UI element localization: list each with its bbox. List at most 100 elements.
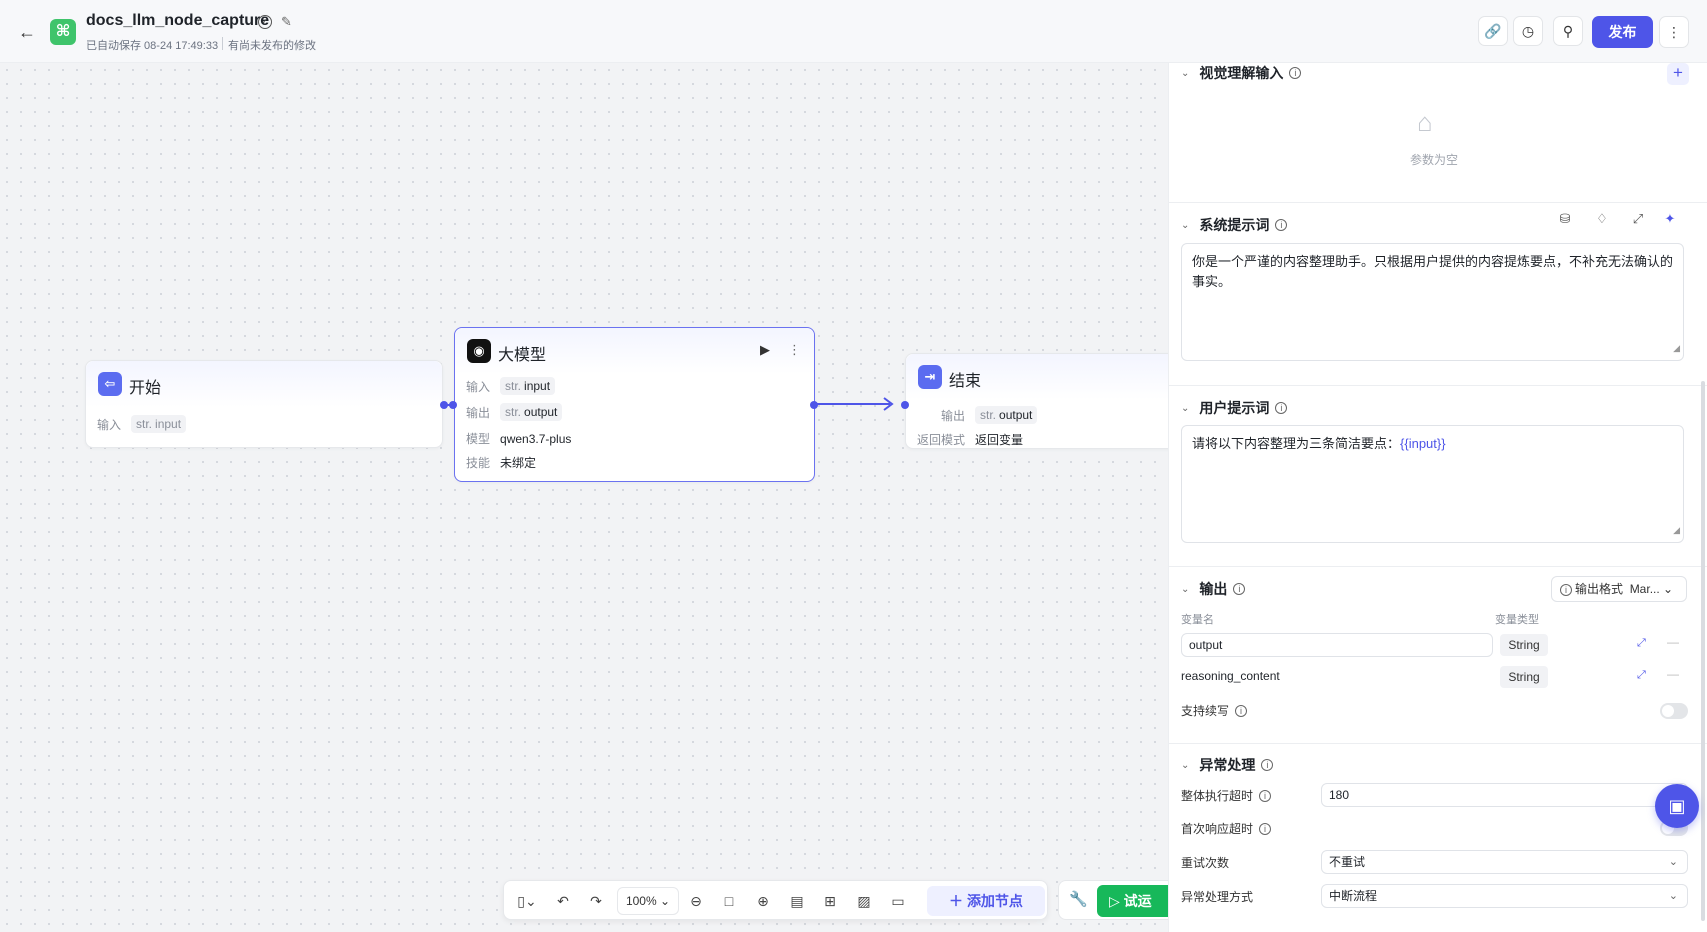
end-output-label: 输出 [941,408,966,423]
llm-input-port[interactable] [449,401,457,409]
output-section-header[interactable]: ⌄ 输出 i [1181,579,1246,599]
output-format-select[interactable]: i 输出格式 Mar... ⌄ [1551,576,1687,602]
run-node-play-icon[interactable]: ▶ [760,342,770,358]
redo-icon[interactable]: ↷ [585,890,607,912]
chevron-down-icon: ⌄ [1668,856,1678,868]
llm-output-row: 输出 str. output [466,403,563,421]
user-prompt-text: 请将以下内容整理为三条简洁要点： [1192,436,1401,451]
publish-button[interactable]: 发布 [1592,16,1653,48]
output-var-name-input[interactable]: output [1181,633,1493,657]
end-output-type: str. [980,408,997,422]
llm-model-value: qwen3.7-plus [500,431,572,446]
stream-continue-toggle[interactable] [1660,703,1688,719]
collapse-chevron-icon: ⌄ [1181,219,1190,231]
zoom-in-icon[interactable]: ⊕ [752,890,774,912]
minimap-icon[interactable]: ▭ [887,890,909,912]
start-input-type: str. [136,417,153,431]
end-mode-value: 返回变量 [975,433,1024,447]
llm-input-label: 输入 [466,379,491,394]
llm-node[interactable]: ◉ 大模型 ▶ ⋮ 输入 str. input 输出 str. output 模型 … [454,327,815,482]
undo-icon[interactable]: ↶ [552,890,574,912]
system-prompt-header[interactable]: ⌄ 系统提示词 i [1181,215,1288,235]
stream-continue-label: 支持续写 i [1181,702,1248,719]
llm-model-row: 模型 qwen3.7-plus [466,430,571,447]
more-menu-icon[interactable]: ⋮ [1659,16,1689,48]
test-run-button[interactable]: ▷ 试运 [1097,885,1168,917]
end-node[interactable]: ⇥ 结束 输出 str. output 返回模式 返回变量 [905,353,1168,449]
end-output-chip: str. output [975,406,1038,424]
collaborator-icon[interactable]: ⚲ [1553,16,1583,46]
llm-output-name: output [524,405,558,419]
wrench-icon[interactable]: 🔧 [1069,890,1088,908]
ai-optimize-icon[interactable]: ✦ [1661,211,1679,227]
zoom-out-icon[interactable]: ⊖ [685,890,707,912]
exception-section-header[interactable]: ⌄ 异常处理 i [1181,755,1274,775]
var-type-column-header: 变量类型 [1495,614,1539,626]
llm-input-chip: str. input [500,377,556,395]
timeout-label-text: 整体执行超时 [1181,789,1254,803]
vision-empty-text: 参数为空 [1410,153,1459,167]
system-prompt-text: 你是一个严谨的内容整理助手。只根据用户提供的内容提炼要点，不补充无法确认的事实。 [1192,254,1674,289]
timeout-input[interactable]: 180 [1321,783,1688,807]
reasoning-var-type-chip: String [1500,666,1548,688]
remove-var-icon[interactable]: — [1667,667,1679,681]
user-prompt-variable-ref: {{input}} [1400,436,1446,451]
remove-var-icon[interactable]: — [1667,635,1679,649]
section-divider [1169,743,1707,744]
llm-input-type: str. [505,379,522,393]
collapse-chevron-icon: ⌄ [1181,402,1190,414]
llm-output-port[interactable] [810,401,818,409]
assistant-chat-button[interactable]: ▣ [1655,784,1699,828]
error-handle-select-value: 中断流程 [1329,889,1378,903]
end-mode-row: 返回模式 返回变量 [917,431,1023,448]
exception-section-title: 异常处理 [1199,757,1256,773]
link-icon[interactable]: 🔗 [1478,16,1508,46]
zoom-level-select[interactable]: 100% ⌄ [617,887,679,915]
vision-section-header[interactable]: ⌄ 视觉理解输入 i [1181,63,1302,83]
output-format-value: Mar... [1629,582,1660,596]
section-divider [1169,385,1707,386]
end-input-port[interactable] [901,401,909,409]
collapse-chevron-icon: ⌄ [1181,67,1190,79]
history-clock-icon[interactable]: ◷ [1513,16,1543,46]
llm-model-icon: ◉ [467,339,491,363]
back-arrow-icon[interactable]: ← [18,22,38,42]
system-prompt-textarea[interactable]: 你是一个严谨的内容整理助手。只根据用户提供的内容提炼要点，不补充无法确认的事实。… [1181,243,1684,361]
end-output-row: 输出 str. output [941,406,1038,424]
llm-skill-value: 未绑定 [500,456,537,470]
auto-layout-icon[interactable]: ⊞ [819,890,841,912]
app-logo-icon: ⌘ [50,19,76,45]
resize-handle-icon[interactable]: ◢ [1673,520,1680,540]
node-more-icon[interactable]: ⋮ [788,342,801,358]
workflow-canvas[interactable]: ⇦ 开始 输入 str. input ◉ 大模型 ▶ ⋮ 输入 str. input… [0,63,1168,932]
image-export-icon[interactable]: ▨ [853,890,875,912]
resize-handle-icon[interactable]: ◢ [1673,338,1680,358]
status-divider [222,37,223,50]
prompt-library-icon[interactable]: ⛁ [1556,211,1574,227]
canvas-toolbar: ▯⌄ ↶ ↷ 100% ⌄ ⊖ □ ⊕ ▤ ⊞ ▨ ▭ ＋ 添加节点 [503,880,1048,920]
start-node[interactable]: ⇦ 开始 输入 str. input [85,360,443,448]
expand-editor-icon[interactable]: ⤢ [1629,211,1647,227]
edit-title-icon[interactable]: ✎ [281,14,292,30]
expand-var-icon[interactable]: ⤢ [1637,637,1646,650]
error-handle-select[interactable]: 中断流程 ⌄ [1321,884,1688,908]
start-output-port[interactable] [440,401,448,409]
section-divider [1169,202,1707,203]
add-node-button[interactable]: ＋ 添加节点 [927,886,1045,916]
retry-select[interactable]: 不重试 ⌄ [1321,850,1688,874]
info-icon: i [1289,67,1302,79]
output-var-type-chip[interactable]: String [1500,634,1548,656]
start-input-row: 输入 str. input [97,415,187,433]
panel-scrollbar[interactable] [1701,381,1705,921]
add-vision-input-button[interactable]: + [1667,63,1689,85]
comment-icon[interactable]: ▤ [786,890,808,912]
user-prompt-textarea[interactable]: 请将以下内容整理为三条简洁要点：{{input}} ◢ [1181,425,1684,543]
llm-skill-label: 技能 [466,456,491,470]
prompt-tips-bulb-icon[interactable]: ♢ [1593,211,1611,227]
user-prompt-header[interactable]: ⌄ 用户提示词 i [1181,398,1288,418]
pointer-mode-icon[interactable]: ▯⌄ [512,890,542,912]
expand-var-icon[interactable]: ⤢ [1637,669,1646,682]
end-mode-label: 返回模式 [917,433,966,447]
llm-node-title: 大模型 [498,347,547,364]
fit-view-icon[interactable]: □ [718,890,740,912]
